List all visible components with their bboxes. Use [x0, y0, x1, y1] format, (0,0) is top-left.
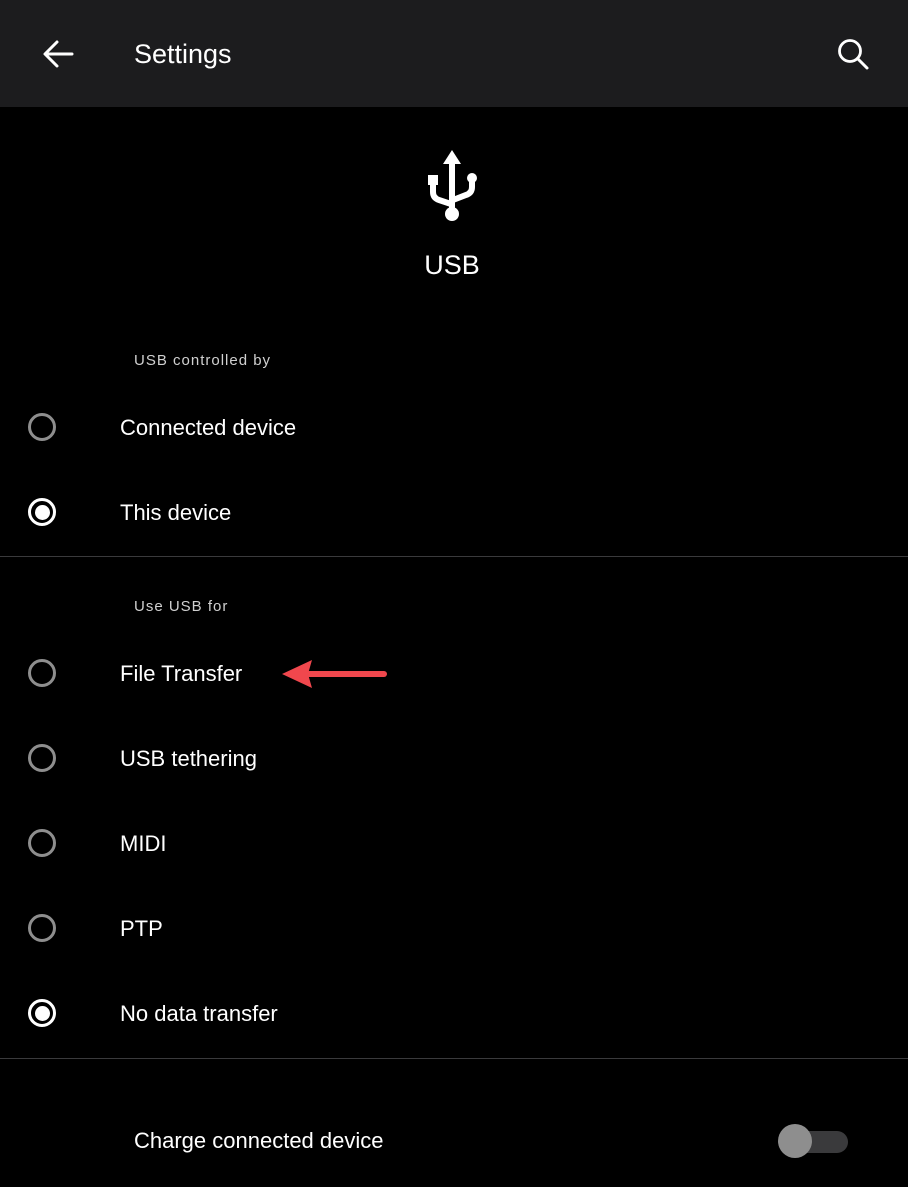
page-title: Settings	[134, 39, 232, 69]
radio-button-selected[interactable]	[28, 498, 56, 526]
option-this-device[interactable]: This device	[0, 474, 908, 554]
back-button[interactable]	[28, 24, 88, 84]
radio-button[interactable]	[28, 744, 56, 772]
option-midi[interactable]: MIDI	[0, 805, 908, 885]
annotation-arrow-icon	[282, 660, 387, 688]
option-file-transfer[interactable]: File Transfer	[0, 635, 908, 715]
charge-connected-device-label: Charge connected device	[134, 1128, 384, 1153]
option-connected-device[interactable]: Connected device	[0, 389, 908, 469]
option-ptp[interactable]: PTP	[0, 890, 908, 970]
radio-button-selected[interactable]	[28, 999, 56, 1027]
radio-button[interactable]	[28, 413, 56, 441]
usb-settings-screen: Settings USB USB controlled by Connected…	[0, 0, 908, 1187]
option-label: Connected device	[120, 415, 297, 440]
radio-button[interactable]	[28, 829, 56, 857]
radio-button[interactable]	[28, 659, 56, 687]
option-label: No data transfer	[120, 1001, 278, 1026]
section-header-use-usb-for: Use USB for	[134, 598, 229, 615]
toggle-thumb[interactable]	[778, 1124, 812, 1158]
divider	[0, 556, 908, 557]
radio-button[interactable]	[28, 914, 56, 942]
option-label: MIDI	[120, 831, 167, 856]
search-button[interactable]	[823, 24, 883, 84]
section-header-controlled-by: USB controlled by	[134, 352, 272, 369]
charge-connected-device-toggle[interactable]	[778, 1123, 850, 1159]
usb-title: USB	[424, 250, 480, 280]
option-label: PTP	[120, 916, 163, 941]
top-app-bar: Settings	[0, 0, 908, 107]
option-no-data-transfer[interactable]: No data transfer	[0, 975, 908, 1055]
option-label: USB tethering	[120, 746, 257, 771]
divider	[0, 1058, 908, 1059]
option-label: File Transfer	[120, 661, 243, 686]
search-icon	[838, 39, 869, 70]
option-usb-tethering[interactable]: USB tethering	[0, 720, 908, 800]
arrow-left-icon	[43, 40, 74, 68]
usb-icon	[428, 150, 477, 221]
option-label: This device	[120, 500, 232, 525]
